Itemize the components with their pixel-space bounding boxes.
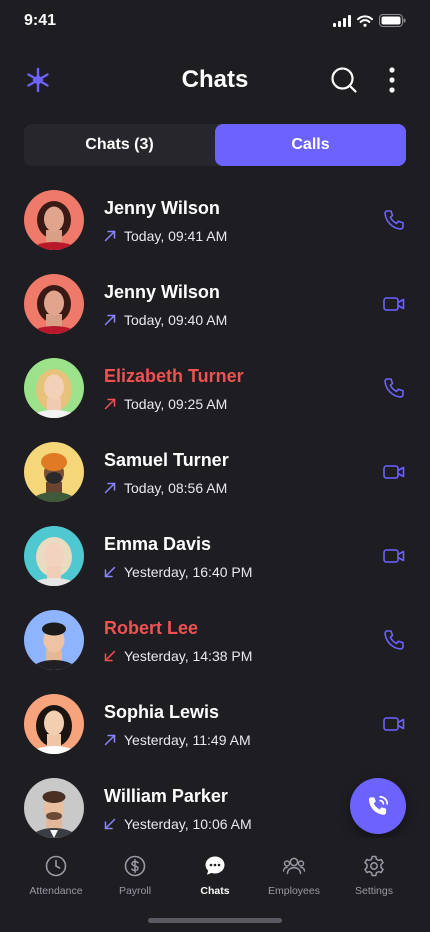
call-meta: Today, 09:41 AM (104, 228, 227, 244)
voice-call-icon[interactable] (382, 208, 406, 232)
status-time: 9:41 (24, 12, 57, 29)
avatar (24, 442, 84, 502)
clock-icon (44, 854, 68, 878)
chats-calls-tabs: Chats (3) Calls (24, 124, 406, 166)
avatar (24, 274, 84, 334)
avatar (24, 694, 84, 754)
signal-icon (333, 14, 351, 27)
nav-label: Settings (355, 885, 393, 897)
caller-name: Jenny Wilson (104, 282, 220, 302)
avatar (24, 190, 84, 250)
nav-label: Payroll (118, 885, 152, 897)
nav-label: Attendance (29, 885, 83, 897)
outgoing-call-arrow-icon (104, 314, 116, 326)
battery-icon (379, 14, 406, 27)
call-meta: Yesterday, 14:38 PM (104, 648, 252, 664)
call-meta: Yesterday, 16:40 PM (104, 564, 252, 580)
video-call-icon[interactable] (382, 544, 406, 568)
missed-outgoing-call-arrow-icon (104, 398, 116, 410)
call-row[interactable]: Sophia Lewis Yesterday, 11:49 AM (0, 682, 430, 766)
home-indicator (148, 918, 282, 923)
caller-name: Samuel Turner (104, 450, 229, 470)
call-row[interactable]: Elizabeth Turner Today, 09:25 AM (0, 346, 430, 430)
page-title: Chats (181, 66, 249, 93)
call-meta: Today, 08:56 AM (104, 480, 227, 496)
call-meta: Yesterday, 11:49 AM (104, 732, 251, 748)
tab-chats[interactable]: Chats (3) (24, 124, 215, 166)
nav-label: Employees (268, 885, 320, 897)
tab-calls[interactable]: Calls (215, 124, 406, 166)
call-time: Today, 08:56 AM (124, 480, 228, 496)
caller-name: William Parker (104, 786, 228, 806)
avatar (24, 778, 84, 838)
nav-item-chats[interactable]: Chats (172, 854, 258, 897)
nav-item-employees[interactable]: Employees (251, 854, 337, 897)
wifi-icon (357, 14, 373, 27)
phone-plus-icon (368, 795, 389, 815)
video-call-icon[interactable] (382, 292, 406, 316)
outgoing-call-arrow-icon (104, 482, 116, 494)
caller-name: Jenny Wilson (104, 198, 220, 218)
more-vertical-icon[interactable] (380, 66, 404, 94)
chat-bubble-icon (203, 854, 227, 878)
call-row[interactable]: Jenny Wilson Today, 09:40 AM (0, 262, 430, 346)
call-row[interactable]: Emma Davis Yesterday, 16:40 PM (0, 514, 430, 598)
avatar (24, 526, 84, 586)
call-meta: Today, 09:25 AM (104, 396, 227, 412)
call-time: Yesterday, 16:40 PM (124, 564, 253, 580)
outgoing-call-arrow-icon (104, 230, 116, 242)
voice-call-icon[interactable] (382, 376, 406, 400)
caller-name: Robert Lee (104, 618, 199, 638)
outgoing-call-arrow-icon (104, 734, 116, 746)
search-icon[interactable] (330, 66, 358, 94)
call-row[interactable]: Robert Lee Yesterday, 14:38 PM (0, 598, 430, 682)
missed-incoming-call-arrow-icon (104, 650, 116, 662)
nav-item-attendance[interactable]: Attendance (13, 854, 99, 897)
caller-name: Emma Davis (104, 534, 212, 554)
voice-call-icon[interactable] (382, 628, 406, 652)
call-time: Yesterday, 10:06 AM (124, 816, 252, 832)
call-time: Today, 09:40 AM (124, 312, 228, 328)
call-time: Today, 09:25 AM (124, 396, 228, 412)
dollar-icon (123, 854, 147, 878)
call-row[interactable]: Jenny Wilson Today, 09:41 AM (0, 178, 430, 262)
new-call-button[interactable] (350, 778, 406, 834)
gear-icon (362, 854, 386, 878)
status-icons (333, 14, 406, 27)
call-time: Today, 09:41 AM (124, 228, 228, 244)
nav-item-settings[interactable]: Settings (331, 854, 417, 897)
status-bar: 9:41 (0, 0, 430, 44)
call-row[interactable]: Samuel Turner Today, 08:56 AM (0, 430, 430, 514)
people-icon (282, 854, 306, 878)
caller-name: Sophia Lewis (104, 702, 220, 722)
nav-label: Chats (200, 885, 230, 897)
incoming-call-arrow-icon (104, 818, 116, 830)
video-call-icon[interactable] (382, 712, 406, 736)
nav-item-payroll[interactable]: Payroll (92, 854, 178, 897)
app-header: Chats (0, 56, 430, 104)
avatar (24, 358, 84, 418)
avatar (24, 610, 84, 670)
video-call-icon[interactable] (382, 460, 406, 484)
call-meta: Yesterday, 10:06 AM (104, 816, 252, 832)
incoming-call-arrow-icon (104, 566, 116, 578)
caller-name: Elizabeth Turner (104, 366, 244, 386)
call-time: Yesterday, 11:49 AM (124, 732, 251, 748)
call-meta: Today, 09:40 AM (104, 312, 227, 328)
call-time: Yesterday, 14:38 PM (124, 648, 253, 664)
